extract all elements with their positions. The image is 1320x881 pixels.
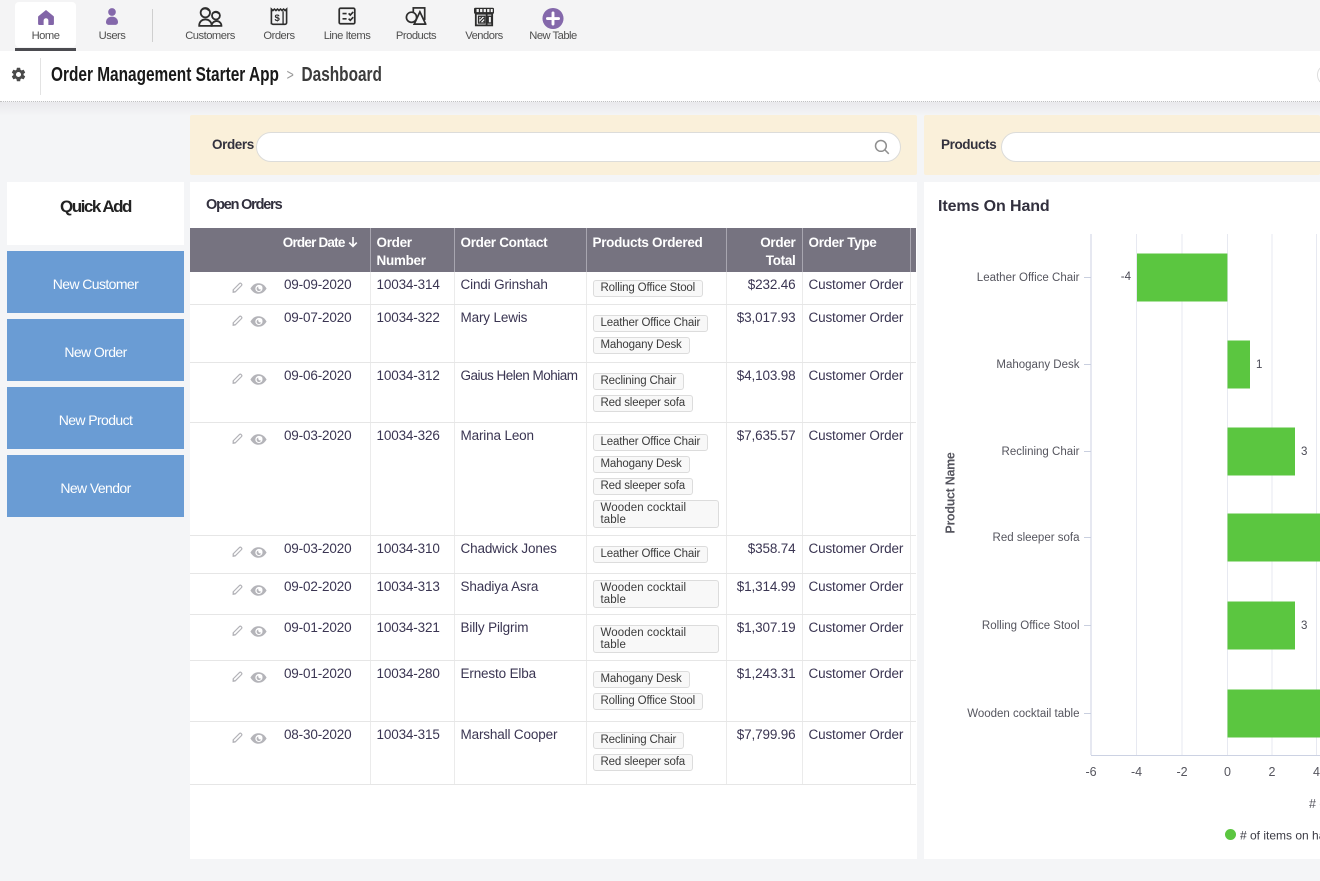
svg-text:# of items on hand: # of items on hand (1309, 797, 1320, 811)
svg-text:Leather Office Chair: Leather Office Chair (977, 272, 1080, 284)
svg-text:0: 0 (1224, 765, 1231, 779)
svg-text:-4: -4 (1121, 271, 1132, 283)
svg-text:1: 1 (1256, 359, 1262, 371)
svg-text:4: 4 (1313, 765, 1320, 779)
svg-text:# of items on hand: # of items on hand (1240, 829, 1320, 843)
svg-text:-4: -4 (1131, 765, 1142, 779)
svg-text:$: $ (274, 13, 280, 24)
svg-text:Red sleeper sofa: Red sleeper sofa (993, 532, 1081, 544)
svg-text:3: 3 (1301, 620, 1307, 632)
svg-text:-6: -6 (1085, 765, 1096, 779)
svg-text:2: 2 (1269, 765, 1276, 779)
svg-text:Mahogany Desk: Mahogany Desk (996, 359, 1079, 371)
svg-text:Reclining Chair: Reclining Chair (1002, 446, 1080, 458)
svg-text:Product Name: Product Name (944, 452, 958, 533)
svg-text:-2: -2 (1176, 765, 1187, 779)
svg-text:Rolling Office Stool: Rolling Office Stool (982, 620, 1080, 632)
svg-text:3: 3 (1301, 446, 1307, 458)
svg-text:Wooden cocktail table: Wooden cocktail table (967, 708, 1079, 720)
